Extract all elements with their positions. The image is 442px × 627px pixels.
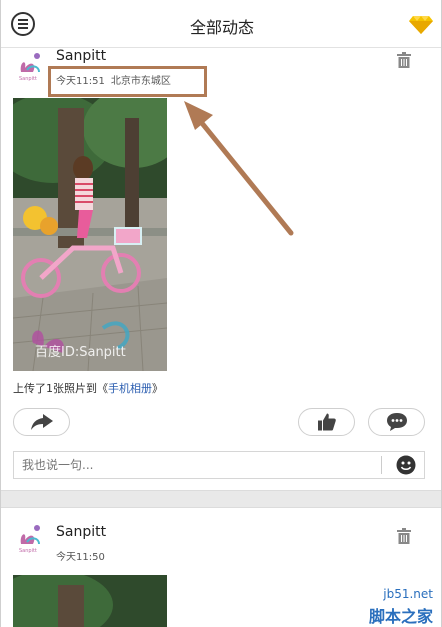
photo-image (13, 575, 167, 627)
input-divider (381, 456, 382, 474)
share-button[interactable] (13, 408, 70, 436)
diamond-icon[interactable] (409, 14, 433, 34)
watermark-site: jb51.net (383, 587, 433, 601)
svg-text:Sanpitt: Sanpitt (19, 76, 37, 82)
post-meta: 今天11:50 (56, 548, 105, 563)
svg-text:Sanpitt: Sanpitt (19, 548, 37, 554)
post-username[interactable]: Sanpitt (56, 48, 106, 64)
trash-icon[interactable] (397, 52, 411, 68)
thumbs-up-icon (317, 413, 336, 431)
comment-icon (386, 413, 407, 431)
post-username[interactable]: Sanpitt (56, 524, 106, 540)
caption-prefix: 上传了1张照片到《 (13, 382, 108, 395)
app-screen: 全部动态 Sanpitt Sanpitt 今天11:51 北京市东城区 百度ID… (0, 0, 442, 627)
photo-image: 百度ID:Sanpitt (13, 98, 167, 371)
avatar[interactable]: Sanpitt (13, 520, 47, 554)
post-caption: 上传了1张照片到《手机相册》 (13, 380, 163, 396)
comment-button[interactable] (368, 408, 425, 436)
page-title: 全部动态 (189, 18, 254, 37)
album-link[interactable]: 手机相册 (108, 382, 152, 395)
feed-divider (1, 490, 441, 508)
post-time: 今天11:50 (56, 552, 105, 563)
share-icon (30, 414, 53, 430)
comment-box (13, 451, 425, 479)
post-photo[interactable] (13, 575, 167, 627)
site-watermark: jb51.net 脚本之家 (297, 585, 437, 626)
like-button[interactable] (298, 408, 355, 436)
feed-post: Sanpitt Sanpitt 今天11:51 北京市东城区 百度ID:Sanp… (1, 48, 441, 490)
top-bar: 全部动态 (1, 0, 441, 48)
comment-input[interactable] (22, 458, 362, 472)
trash-icon[interactable] (397, 528, 411, 544)
photo-watermark: 百度ID:Sanpitt (35, 344, 126, 360)
post-photo[interactable]: 百度ID:Sanpitt (13, 98, 167, 371)
caption-suffix: 》 (152, 382, 163, 395)
emoji-icon[interactable] (396, 455, 416, 475)
avatar[interactable]: Sanpitt (13, 48, 47, 82)
watermark-name: 脚本之家 (368, 607, 433, 626)
annotation-highlight-box (48, 66, 207, 97)
